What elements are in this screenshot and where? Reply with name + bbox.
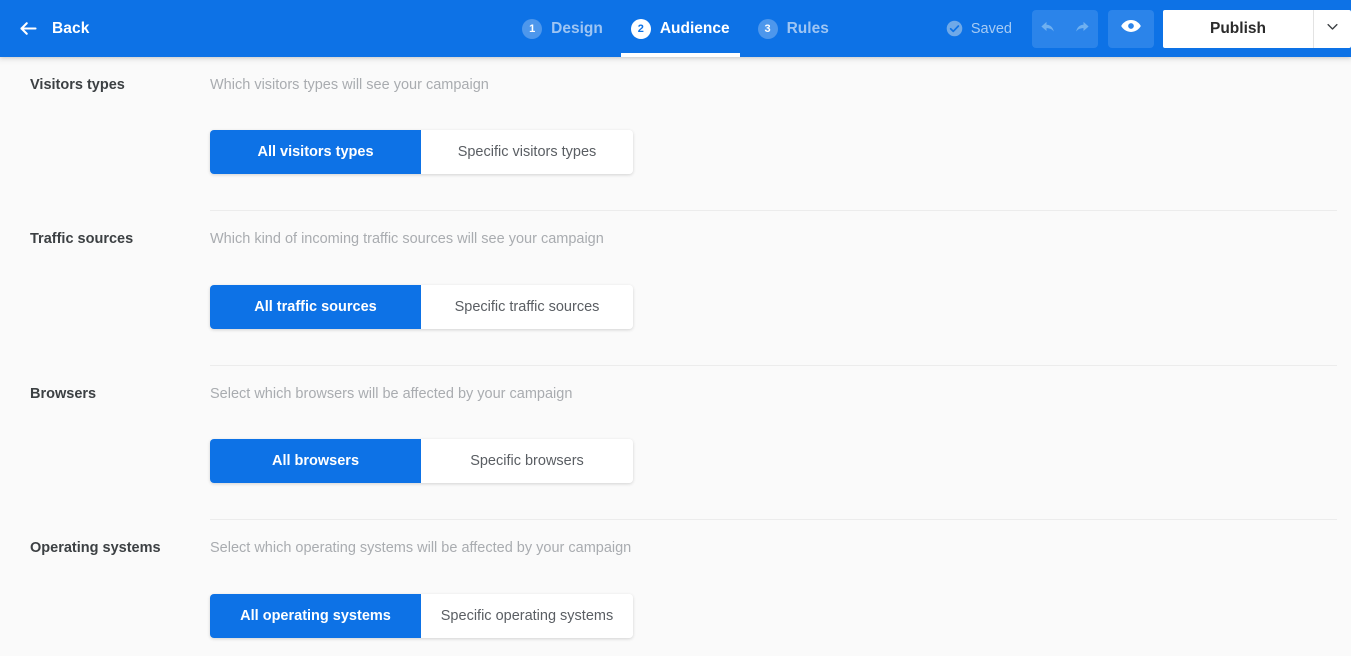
section-browsers: Browsers Select which browsers will be a… — [0, 366, 1351, 484]
section-label: Operating systems — [30, 540, 161, 557]
eye-icon — [1120, 15, 1142, 42]
option-all-browsers[interactable]: All browsers — [210, 439, 421, 484]
section-label: Browsers — [30, 385, 97, 402]
publish-group: Publish — [1163, 9, 1351, 48]
section-operating-systems: Operating systems Select which operating… — [0, 520, 1351, 638]
option-specific-browsers[interactable]: Specific browsers — [421, 439, 633, 484]
redo-arrow-icon — [1072, 19, 1091, 38]
section-description: Which visitors types will see your campa… — [210, 77, 489, 93]
section-description: Select which operating systems will be a… — [210, 540, 632, 557]
undo-arrow-icon — [1039, 19, 1058, 38]
step-audience[interactable]: 2 Audience — [617, 0, 744, 57]
option-specific-traffic-sources[interactable]: Specific traffic sources — [421, 284, 633, 329]
saved-label: Saved — [970, 20, 1012, 37]
section-traffic-sources: Traffic sources Which kind of incoming t… — [0, 211, 1351, 329]
step-design-number: 1 — [522, 18, 543, 39]
section-body: Select which browsers will be affected b… — [210, 385, 1351, 484]
option-all-visitors-types[interactable]: All visitors types — [210, 130, 421, 175]
step-design-label: Design — [551, 19, 603, 37]
back-button[interactable]: Back — [0, 18, 218, 39]
arrow-left-icon — [18, 18, 39, 39]
option-all-operating-systems[interactable]: All operating systems — [210, 593, 421, 638]
section-description: Select which browsers will be affected b… — [210, 385, 573, 402]
preview-button[interactable] — [1108, 9, 1154, 48]
step-rules-number: 3 — [757, 18, 778, 39]
operating-systems-segmented-control: All operating systems Specific operating… — [210, 593, 633, 638]
check-circle-icon — [946, 20, 963, 37]
publish-button[interactable]: Publish — [1163, 10, 1313, 48]
step-audience-number: 2 — [630, 18, 651, 39]
traffic-sources-segmented-control: All traffic sources Specific traffic sou… — [210, 284, 633, 329]
section-body: Select which operating systems will be a… — [210, 540, 1351, 638]
section-label: Traffic sources — [30, 231, 134, 248]
undo-button[interactable] — [1032, 10, 1065, 48]
audience-settings-panel: Visitors types Which visitors types will… — [0, 57, 1351, 656]
option-specific-visitors-types[interactable]: Specific visitors types — [421, 130, 633, 175]
redo-button[interactable] — [1065, 10, 1098, 48]
visitors-types-segmented-control: All visitors types Specific visitors typ… — [210, 130, 633, 175]
step-rules[interactable]: 3 Rules — [744, 0, 843, 57]
section-label: Visitors types — [30, 77, 125, 93]
option-specific-operating-systems[interactable]: Specific operating systems — [421, 593, 633, 638]
publish-dropdown-button[interactable] — [1313, 9, 1351, 48]
header-toolbar: Saved Publish — [946, 0, 1351, 57]
app-header: Back 1 Design 2 Audience 3 Rules Saved P… — [0, 0, 1351, 57]
undo-redo-group — [1032, 9, 1098, 48]
section-body: Which kind of incoming traffic sources w… — [210, 231, 1351, 329]
section-description: Which kind of incoming traffic sources w… — [210, 231, 604, 248]
saved-status: Saved — [946, 20, 1012, 37]
step-rules-label: Rules — [786, 19, 829, 37]
step-audience-label: Audience — [659, 19, 730, 37]
back-label: Back — [52, 19, 90, 37]
chevron-down-icon — [1325, 19, 1340, 39]
option-all-traffic-sources[interactable]: All traffic sources — [210, 284, 421, 329]
browsers-segmented-control: All browsers Specific browsers — [210, 439, 633, 484]
section-body: Which visitors types will see your campa… — [210, 77, 1351, 175]
section-visitors-types: Visitors types Which visitors types will… — [0, 57, 1351, 175]
step-design[interactable]: 1 Design — [508, 0, 617, 57]
